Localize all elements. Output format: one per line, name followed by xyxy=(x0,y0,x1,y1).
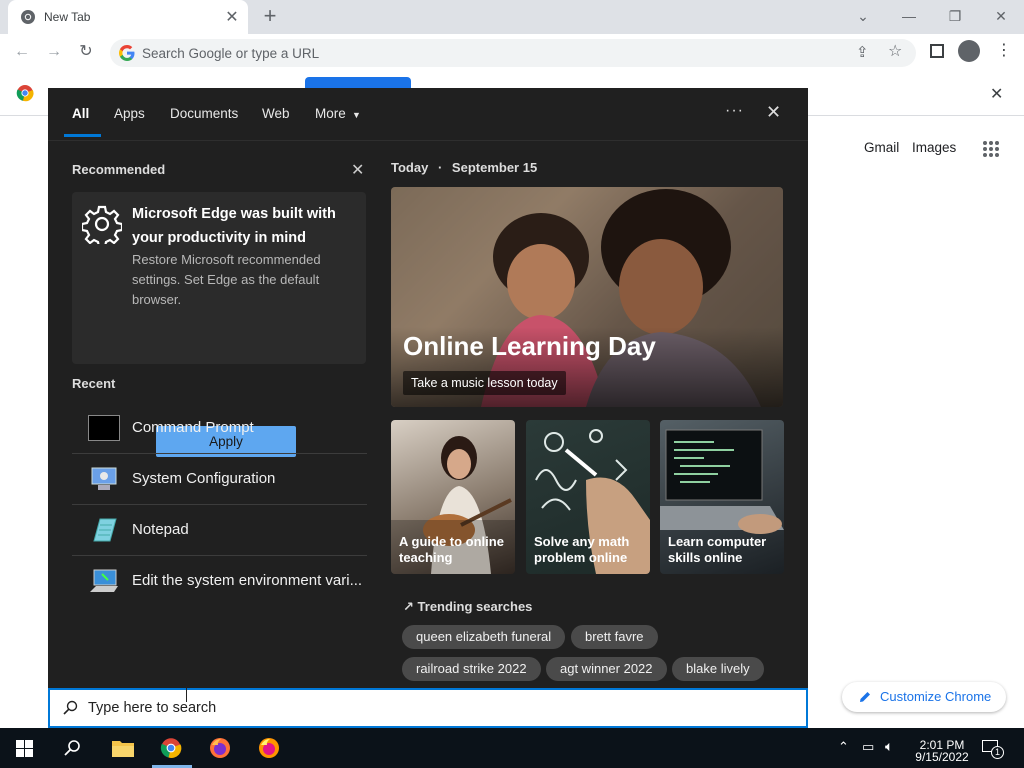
system-configuration-icon xyxy=(91,467,117,490)
recent-item-system-configuration[interactable]: System Configuration xyxy=(72,454,367,505)
tab-search-icon[interactable]: ⌄ xyxy=(852,5,874,27)
active-tab-indicator xyxy=(64,134,101,137)
tab-new-tab[interactable]: New Tab ✕ xyxy=(8,0,248,34)
windows-start-icon[interactable] xyxy=(16,740,33,757)
notepad-icon xyxy=(93,518,117,542)
search-icon xyxy=(63,700,78,715)
pencil-icon xyxy=(860,692,870,702)
action-center-icon[interactable]: 1 xyxy=(982,738,1004,759)
firefox-icon[interactable] xyxy=(209,737,231,759)
hero-title: Online Learning Day xyxy=(403,331,656,361)
volume-icon[interactable]: 🔈︎ xyxy=(885,738,893,755)
tab-all[interactable]: All xyxy=(72,106,89,121)
chrome-icon xyxy=(21,10,35,24)
recommended-header: Recommended xyxy=(72,162,166,177)
back-icon[interactable]: ← xyxy=(12,42,32,62)
bookmark-star-icon[interactable]: ☆ xyxy=(888,41,902,61)
recent-header: Recent xyxy=(72,376,116,391)
firefox-nightly-icon[interactable] xyxy=(258,737,280,759)
card-online-teaching[interactable]: A guide to online teaching xyxy=(391,420,515,574)
today-date: September 15 xyxy=(451,160,538,175)
card-caption: A guide to online teaching xyxy=(399,534,504,565)
taskbar-search-box[interactable]: Type here to search xyxy=(48,688,808,728)
system-properties-icon xyxy=(90,569,118,592)
trending-pill[interactable]: railroad strike 2022 xyxy=(402,657,541,681)
recent-item-label: Edit the system environment vari... xyxy=(132,572,363,589)
tab-divider xyxy=(48,140,808,141)
taskbar-search-icon[interactable] xyxy=(63,739,81,757)
caret-down-icon: ▼ xyxy=(352,110,361,120)
customize-chrome-button[interactable]: Customize Chrome xyxy=(842,682,1006,712)
close-window-button[interactable]: ✕ xyxy=(990,5,1012,27)
reload-icon[interactable]: ↻ xyxy=(76,42,96,62)
trending-up-icon: ↗ xyxy=(403,599,414,614)
command-prompt-icon xyxy=(88,415,120,441)
recent-item-label: System Configuration xyxy=(132,470,276,487)
new-tab-button[interactable]: + xyxy=(258,4,282,28)
recent-item-label: Command Prompt xyxy=(132,419,254,436)
recent-item-command-prompt[interactable]: Command Prompt xyxy=(72,403,367,454)
tab-apps[interactable]: Apps xyxy=(114,106,145,121)
panel-close-icon[interactable]: ✕ xyxy=(766,102,781,123)
card-caption: Learn computer skills online xyxy=(668,534,767,565)
clock-date[interactable]: 9/15/2022 xyxy=(910,750,974,764)
minimize-button[interactable]: — xyxy=(898,5,920,27)
gmail-link[interactable]: Gmail xyxy=(864,140,899,155)
restore-button[interactable]: ❐ xyxy=(944,5,966,27)
card-caption: Solve any math problem online xyxy=(534,534,630,565)
tab-close-icon[interactable]: ✕ xyxy=(224,7,240,27)
network-icon[interactable]: ▭ xyxy=(862,739,874,755)
images-link[interactable]: Images xyxy=(912,140,956,155)
recommendation-card: Microsoft Edge was built with your produ… xyxy=(72,192,366,457)
side-panel-icon[interactable] xyxy=(930,44,944,58)
recent-item-label: Notepad xyxy=(132,521,189,538)
customize-label: Customize Chrome xyxy=(880,689,992,704)
file-explorer-icon[interactable] xyxy=(111,738,135,758)
hero-card[interactable]: Online Learning Day Take a music lesson … xyxy=(391,187,783,407)
chrome-taskbar-icon[interactable] xyxy=(160,737,182,759)
tray-chevron-icon[interactable]: ⌃ xyxy=(838,739,849,755)
card-math-problem[interactable]: Solve any math problem online xyxy=(526,420,650,574)
taskbar: ⌃ ▭ 🔈︎ 2:01 PM 9/15/2022 1 xyxy=(0,728,1024,768)
gear-icon xyxy=(82,205,122,244)
trending-pill[interactable]: blake lively xyxy=(672,657,764,681)
profile-avatar[interactable] xyxy=(958,40,980,62)
tab-documents[interactable]: Documents xyxy=(170,106,238,121)
card-computer-skills[interactable]: Learn computer skills online xyxy=(660,420,784,574)
search-input: Type here to search xyxy=(88,700,217,716)
recommendation-body: Restore Microsoft recommended settings. … xyxy=(132,252,321,307)
today-header: Today · September 15 xyxy=(391,160,537,175)
infobar-close-icon[interactable]: ✕ xyxy=(990,84,1003,104)
trending-header-label: Trending searches xyxy=(417,599,533,614)
share-icon[interactable]: ⇪ xyxy=(856,43,869,61)
tab-title: New Tab xyxy=(44,10,91,24)
trending-header: ↗ Trending searches xyxy=(403,599,532,615)
recommended-close-icon[interactable]: ✕ xyxy=(351,160,364,180)
google-g-icon xyxy=(119,45,135,61)
hero-subtitle: Take a music lesson today xyxy=(403,371,566,395)
trending-pill[interactable]: brett favre xyxy=(571,625,658,649)
notification-count-badge: 1 xyxy=(991,746,1004,759)
today-label: Today xyxy=(391,160,429,175)
omnibox[interactable]: Search Google or type a URL xyxy=(110,39,916,67)
separator-dot: · xyxy=(437,160,443,175)
forward-icon[interactable]: → xyxy=(44,42,64,62)
tab-more[interactable]: More xyxy=(315,106,346,121)
menu-dots-icon[interactable]: ⋮ xyxy=(996,40,1012,60)
apps-grid-icon[interactable] xyxy=(982,140,1000,158)
tab-web[interactable]: Web xyxy=(262,106,290,121)
trending-pill[interactable]: agt winner 2022 xyxy=(546,657,667,681)
recommendation-title: Microsoft Edge was built with your produ… xyxy=(132,206,336,246)
recent-item-notepad[interactable]: Notepad xyxy=(72,505,367,556)
more-options-icon[interactable]: ··· xyxy=(725,102,744,120)
text-cursor xyxy=(186,686,187,702)
omnibox-placeholder: Search Google or type a URL xyxy=(142,46,320,61)
windows-search-panel: All Apps Documents Web More ▼ ··· ✕ Reco… xyxy=(48,88,808,688)
trending-pill[interactable]: queen elizabeth funeral xyxy=(402,625,566,649)
chrome-logo-icon xyxy=(16,85,34,102)
recent-item-environment-variables[interactable]: Edit the system environment vari... xyxy=(72,556,367,607)
